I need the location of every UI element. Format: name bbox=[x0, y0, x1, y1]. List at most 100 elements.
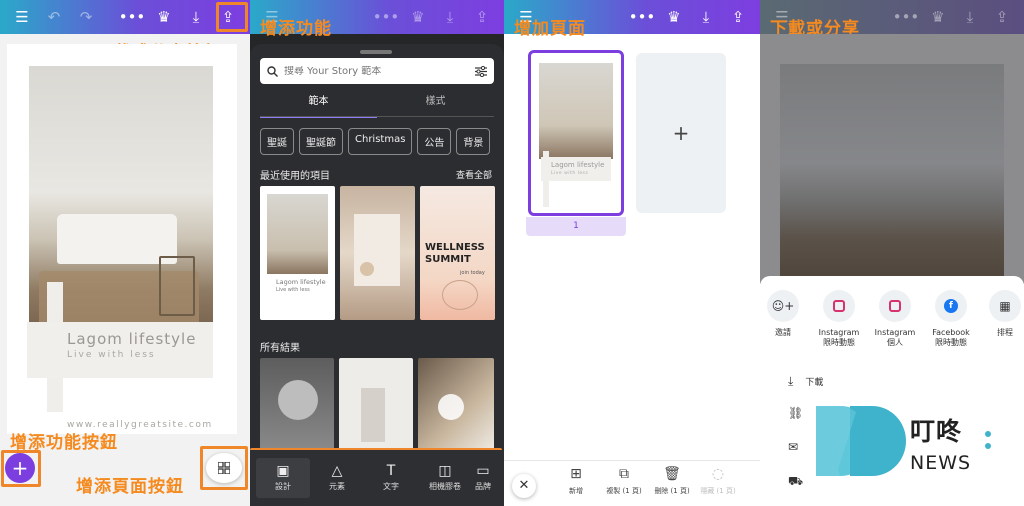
dimmed-canvas[interactable] bbox=[760, 34, 1024, 284]
action-hide[interactable]: ◌ 隱藏 (1 頁) bbox=[692, 466, 744, 496]
add-element-button[interactable]: + bbox=[5, 453, 35, 483]
design-canvas[interactable]: Lagom lifestyle Live with less www.reall… bbox=[7, 44, 237, 434]
action-duplicate[interactable]: ⧉ 複製 (1 頁) bbox=[598, 466, 650, 496]
nav-elements[interactable]: △ 元素 bbox=[310, 458, 364, 498]
share-schedule[interactable]: ▦ 排程 bbox=[982, 290, 1024, 338]
action-add[interactable]: ⊞ 新增 bbox=[550, 466, 602, 496]
nav-label: 元素 bbox=[329, 482, 345, 491]
action-label: 刪除 (1 頁) bbox=[654, 487, 690, 495]
action-label: 隱藏 (1 頁) bbox=[700, 487, 736, 495]
table-shape bbox=[159, 256, 195, 316]
chip[interactable]: Christmas bbox=[348, 128, 413, 155]
dingdong-logo-icon bbox=[816, 406, 906, 476]
share-invite[interactable]: ☺+ 邀請 bbox=[760, 290, 806, 338]
menu-icon[interactable]: ☰ bbox=[6, 0, 38, 34]
share-ig-profile[interactable]: Instagram 個人 bbox=[872, 290, 918, 348]
trash-icon: 🗑 bbox=[663, 466, 681, 482]
share-panel: ☰ ••• ♛ ⤓ ⇪ 下載或分享 ☺+ 邀請 Instagram 限時動態 I… bbox=[760, 0, 1024, 506]
text-icon: T bbox=[386, 463, 396, 479]
share-icon[interactable]: ⇪ bbox=[986, 0, 1018, 34]
close-button[interactable]: ✕ bbox=[512, 474, 536, 498]
undo-icon[interactable]: ↶ bbox=[38, 0, 70, 34]
editor-toolbar: ☰ ↶ ↷ ••• ♛ ⤓ ⇪ bbox=[0, 0, 250, 34]
nav-label: 文字 bbox=[383, 482, 399, 491]
template-thumb[interactable] bbox=[340, 186, 415, 320]
see-all-link[interactable]: 查看全部 bbox=[456, 168, 492, 181]
share-label: 排程 bbox=[997, 328, 1013, 337]
nav-label: 設計 bbox=[275, 482, 291, 491]
email-row[interactable]: ✉ bbox=[788, 440, 798, 454]
instagram-icon bbox=[879, 290, 911, 322]
thumb-shape bbox=[438, 394, 464, 420]
logo-dots-icon bbox=[985, 431, 991, 449]
chip[interactable]: 聖誕節 bbox=[299, 128, 343, 155]
share-fb-story[interactable]: f Facebook 限時動態 bbox=[928, 290, 974, 348]
action-delete[interactable]: 🗑 刪除 (1 頁) bbox=[646, 466, 698, 496]
download-icon[interactable]: ⤓ bbox=[954, 0, 986, 34]
nav-text[interactable]: T 文字 bbox=[364, 458, 418, 498]
search-input[interactable] bbox=[284, 65, 469, 77]
design-subtitle[interactable]: Live with less bbox=[67, 350, 156, 360]
shapes-icon: △ bbox=[331, 463, 343, 479]
elements-sheet: 範本 樣式 聖誕 聖誕節 Christmas 公告 背景 最近使用的項目 查看全… bbox=[250, 44, 504, 506]
template-thumb[interactable]: WELLNESS SUMMIT join today bbox=[420, 186, 495, 320]
page-photo bbox=[539, 63, 613, 159]
thumb-shape bbox=[278, 380, 318, 420]
calendar-icon: ▦ bbox=[989, 290, 1021, 322]
crown-icon[interactable]: ♛ bbox=[922, 0, 954, 34]
chip[interactable]: 公告 bbox=[417, 128, 452, 155]
share-icon[interactable]: ⇪ bbox=[722, 0, 754, 34]
search-icon bbox=[267, 65, 278, 77]
add-function-callout: 增添功能 bbox=[260, 19, 332, 39]
crown-icon[interactable]: ♛ bbox=[148, 0, 180, 34]
page-number: 1 bbox=[526, 217, 626, 236]
share-label: Instagram 限時動態 bbox=[818, 328, 860, 347]
thumb-inner bbox=[354, 214, 400, 286]
more-icon[interactable]: ••• bbox=[370, 0, 402, 34]
instagram-icon bbox=[823, 290, 855, 322]
page-thumb[interactable]: Lagom lifestyle Live with less bbox=[528, 50, 624, 216]
result-thumb[interactable] bbox=[418, 358, 494, 452]
more-icon[interactable]: ••• bbox=[890, 0, 922, 34]
filter-icon[interactable] bbox=[475, 65, 487, 77]
add-page-callout: 增加頁面 bbox=[514, 19, 586, 39]
tab-templates[interactable]: 範本 bbox=[260, 92, 377, 118]
download-row[interactable]: ⤓ 下載 bbox=[788, 374, 823, 389]
recent-label: 最近使用的項目 bbox=[260, 171, 330, 182]
download-icon[interactable]: ⤓ bbox=[180, 0, 212, 34]
layout-icon: ▣ bbox=[276, 463, 290, 479]
result-thumb[interactable] bbox=[339, 358, 413, 452]
thumb-title: WELLNESS SUMMIT bbox=[425, 242, 485, 265]
redo-icon[interactable]: ↷ bbox=[70, 0, 102, 34]
pages-button[interactable] bbox=[206, 453, 242, 483]
nav-brand[interactable]: ▭ 品牌 bbox=[472, 458, 494, 498]
more-icon[interactable]: ••• bbox=[116, 0, 148, 34]
crown-icon[interactable]: ♛ bbox=[658, 0, 690, 34]
result-thumb[interactable] bbox=[260, 358, 334, 452]
logo-sub: NEWS bbox=[910, 452, 972, 474]
tab-styles[interactable]: 樣式 bbox=[377, 92, 494, 118]
tab-divider bbox=[260, 116, 494, 117]
copy-link-row[interactable]: ⛓ bbox=[788, 406, 803, 420]
sheet-handle[interactable] bbox=[360, 50, 392, 54]
download-icon[interactable]: ⤓ bbox=[434, 0, 466, 34]
chip[interactable]: 聖誕 bbox=[260, 128, 294, 155]
action-label: 複製 (1 頁) bbox=[606, 487, 642, 495]
invite-icon: ☺+ bbox=[767, 290, 799, 322]
search-bar[interactable] bbox=[260, 58, 494, 84]
nav-camera-roll[interactable]: ◫ 相機膠卷 bbox=[418, 458, 472, 498]
share-icon[interactable]: ⇪ bbox=[466, 0, 498, 34]
more-icon[interactable]: ••• bbox=[626, 0, 658, 34]
nav-design[interactable]: ▣ 設計 bbox=[256, 458, 310, 498]
design-title[interactable]: Lagom lifestyle bbox=[67, 330, 196, 348]
thumb-circle bbox=[442, 280, 478, 310]
brand-icon: ▭ bbox=[476, 463, 490, 479]
print-row[interactable]: ⛟ bbox=[788, 474, 803, 490]
share-ig-story[interactable]: Instagram 限時動態 bbox=[816, 290, 862, 348]
template-thumb[interactable]: Lagom lifestyle Live with less bbox=[260, 186, 335, 320]
chip[interactable]: 背景 bbox=[456, 128, 491, 155]
crown-icon[interactable]: ♛ bbox=[402, 0, 434, 34]
download-icon[interactable]: ⤓ bbox=[690, 0, 722, 34]
share-label: 邀請 bbox=[775, 328, 791, 337]
add-page-button[interactable]: + bbox=[636, 53, 726, 213]
